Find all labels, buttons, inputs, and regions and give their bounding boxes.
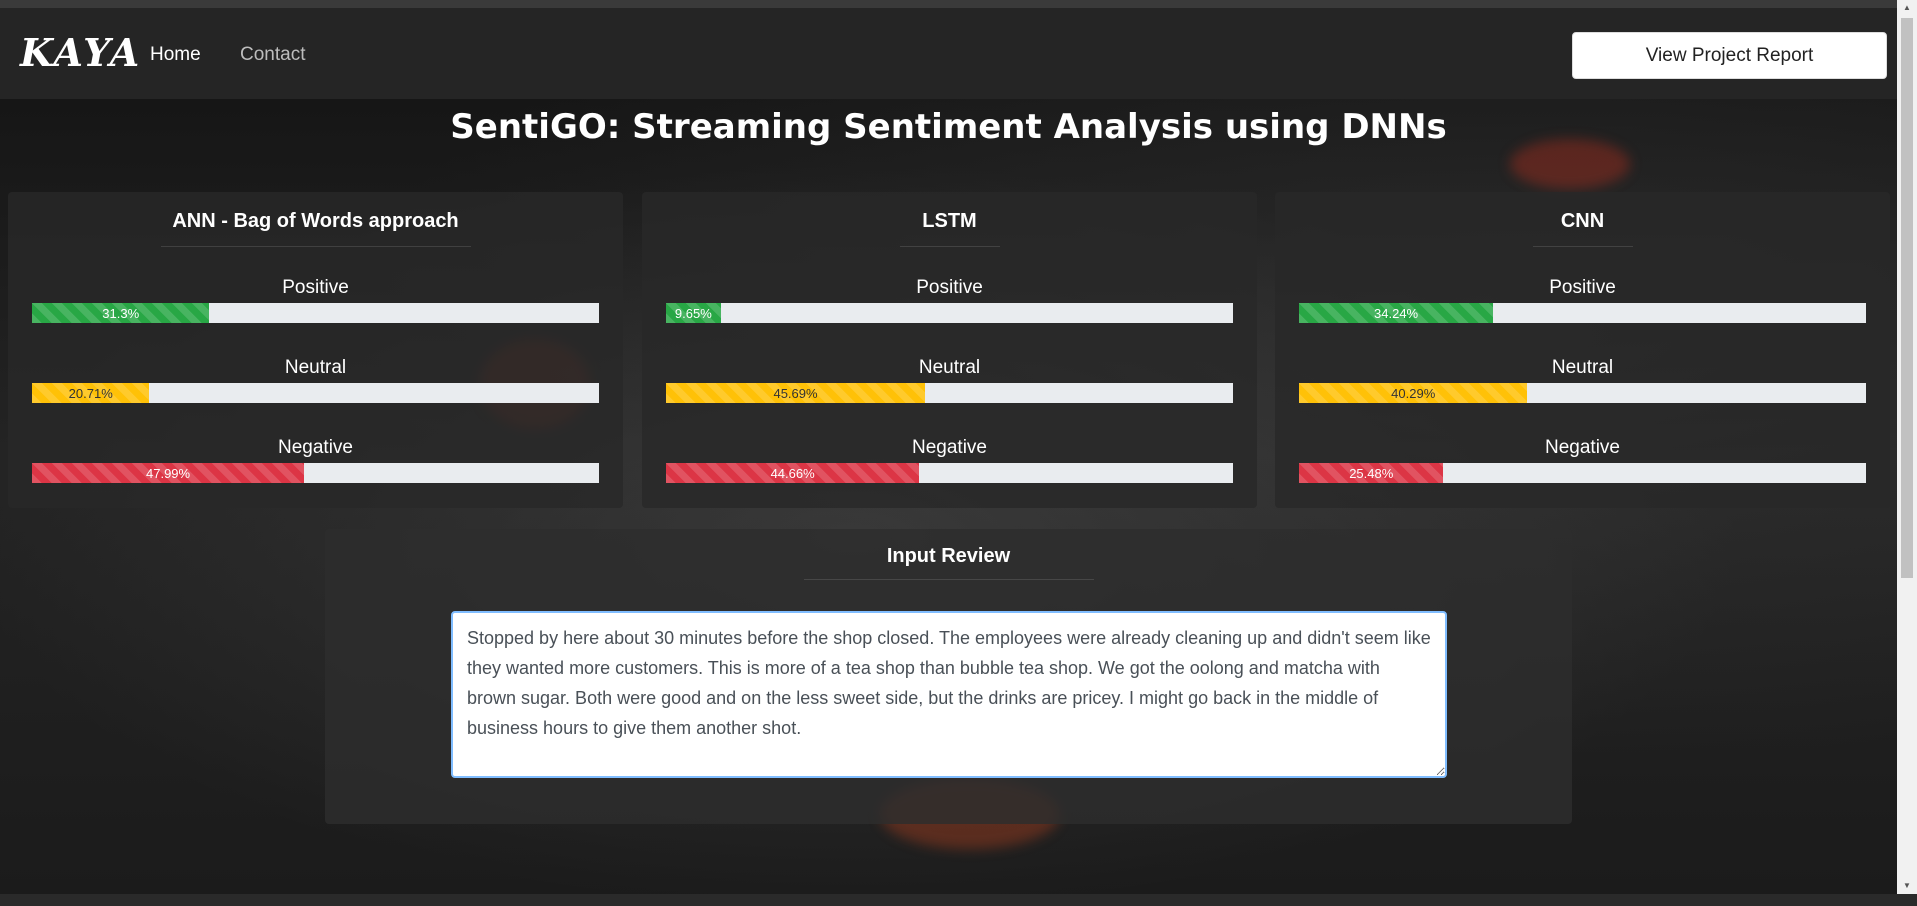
metric-label: Positive	[916, 277, 983, 298]
metric-label: Negative	[278, 437, 353, 458]
progress-track: 9.65%	[666, 303, 1233, 323]
progress-bar-negative: 47.99%	[32, 463, 305, 483]
metric-negative: Negative 44.66%	[666, 437, 1233, 483]
progress-bar-neutral: 20.71%	[32, 383, 150, 403]
metric-label: Negative	[1545, 437, 1620, 458]
progress-bar-positive: 9.65%	[666, 303, 721, 323]
metric-neutral: Neutral 40.29%	[1299, 357, 1866, 403]
metric-label: Positive	[282, 277, 349, 298]
window-top-strip	[0, 0, 1917, 8]
progress-track: 44.66%	[666, 463, 1233, 483]
input-review-card: Input Review Stopped by here about 30 mi…	[325, 529, 1572, 824]
metric-neutral: Neutral 20.71%	[32, 357, 599, 403]
metric-label: Neutral	[918, 357, 981, 378]
card-title: CNN	[1560, 210, 1605, 232]
divider	[160, 246, 471, 247]
navbar: KAYA Home Contact View Project Report	[0, 8, 1897, 99]
page-title: SentiGO: Streaming Sentiment Analysis us…	[450, 107, 1447, 147]
scroll-up-arrow-icon[interactable]: ▲	[1897, 0, 1917, 16]
metric-label: Neutral	[1551, 357, 1614, 378]
metric-label: Positive	[1549, 277, 1616, 298]
metric-negative: Negative 47.99%	[32, 437, 599, 483]
divider	[803, 579, 1094, 580]
progress-bar-neutral: 40.29%	[1299, 383, 1528, 403]
progress-bar-positive: 34.24%	[1299, 303, 1494, 323]
metric-positive: Positive 9.65%	[666, 277, 1233, 323]
nav-link-contact[interactable]: Contact	[240, 44, 305, 66]
progress-bar-positive: 31.3%	[32, 303, 210, 323]
metric-label: Negative	[912, 437, 987, 458]
metric-positive: Positive 34.24%	[1299, 277, 1866, 323]
metric-label: Neutral	[284, 357, 347, 378]
metric-negative: Negative 25.48%	[1299, 437, 1866, 483]
metric-neutral: Neutral 45.69%	[666, 357, 1233, 403]
progress-track: 34.24%	[1299, 303, 1866, 323]
metric-positive: Positive 31.3%	[32, 277, 599, 323]
view-project-report-button[interactable]: View Project Report	[1572, 32, 1887, 79]
card-title: LSTM	[922, 210, 977, 232]
divider	[1532, 246, 1633, 247]
brand-logo[interactable]: KAYA	[20, 30, 141, 75]
model-card-lstm: LSTM Positive 9.65% Neutral 45.69% Negat…	[642, 192, 1257, 508]
scroll-down-arrow-icon[interactable]: ▼	[1897, 878, 1917, 894]
progress-track: 31.3%	[32, 303, 599, 323]
progress-track: 20.71%	[32, 383, 599, 403]
progress-track: 40.29%	[1299, 383, 1866, 403]
divider	[899, 246, 1000, 247]
review-textarea[interactable]: Stopped by here about 30 minutes before …	[451, 611, 1447, 778]
progress-track: 47.99%	[32, 463, 599, 483]
model-card-ann: ANN - Bag of Words approach Positive 31.…	[8, 192, 623, 508]
progress-track: 25.48%	[1299, 463, 1866, 483]
scrollbar-thumb[interactable]	[1901, 18, 1913, 578]
horizontal-scrollbar[interactable]	[0, 894, 1917, 906]
model-card-cnn: CNN Positive 34.24% Neutral 40.29% Negat…	[1275, 192, 1890, 508]
vertical-scrollbar[interactable]: ▲ ▼	[1897, 0, 1917, 894]
progress-track: 45.69%	[666, 383, 1233, 403]
nav-link-home[interactable]: Home	[150, 44, 201, 66]
progress-bar-neutral: 45.69%	[666, 383, 926, 403]
input-review-title: Input Review	[886, 545, 1011, 567]
progress-bar-negative: 25.48%	[1299, 463, 1444, 483]
card-title: ANN - Bag of Words approach	[172, 210, 459, 232]
progress-bar-negative: 44.66%	[666, 463, 920, 483]
